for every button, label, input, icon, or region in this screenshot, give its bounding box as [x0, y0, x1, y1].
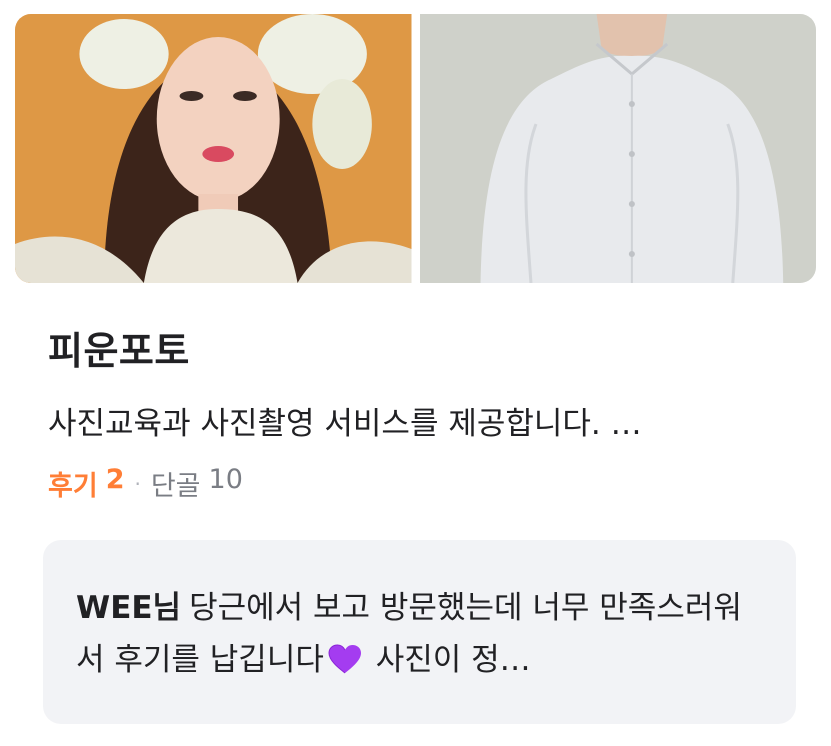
review-count-stat[interactable]: 후기 2 [48, 464, 124, 503]
regular-label: 단골 [150, 471, 201, 502]
reviewer-name: WEE님 [76, 590, 182, 626]
portrait-woman-flower-crown-photo [15, 14, 412, 283]
store-name[interactable]: 피운포토 [48, 320, 190, 375]
review-label: 후기 [48, 471, 98, 502]
store-photo-2[interactable] [419, 14, 816, 283]
regular-count: 10 [208, 464, 243, 495]
regular-count-stat: 단골 10 [151, 464, 243, 503]
review-preview[interactable]: WEE님 당근에서 보고 방문했는데 너무 만족스러워서 후기를 납깁니다 사진이… [43, 540, 796, 724]
stat-separator: · [134, 471, 141, 496]
review-body-part2: 사진이 정… [365, 642, 531, 678]
purple-heart-icon [328, 644, 361, 674]
portrait-man-white-shirt-photo [419, 14, 816, 283]
store-description: 사진교육과 사진촬영 서비스를 제공합니다. … [48, 406, 642, 442]
review-count: 2 [105, 464, 125, 495]
store-photo-1[interactable] [15, 14, 412, 283]
photo-gallery[interactable] [15, 14, 816, 283]
store-card[interactable]: 피운포토 사진교육과 사진촬영 서비스를 제공합니다. … 후기 2 · 단골 … [0, 0, 831, 746]
store-stats: 후기 2 · 단골 10 [48, 464, 243, 503]
review-text: WEE님 당근에서 보고 방문했는데 너무 만족스러워서 후기를 납깁니다 사진이… [76, 582, 766, 686]
